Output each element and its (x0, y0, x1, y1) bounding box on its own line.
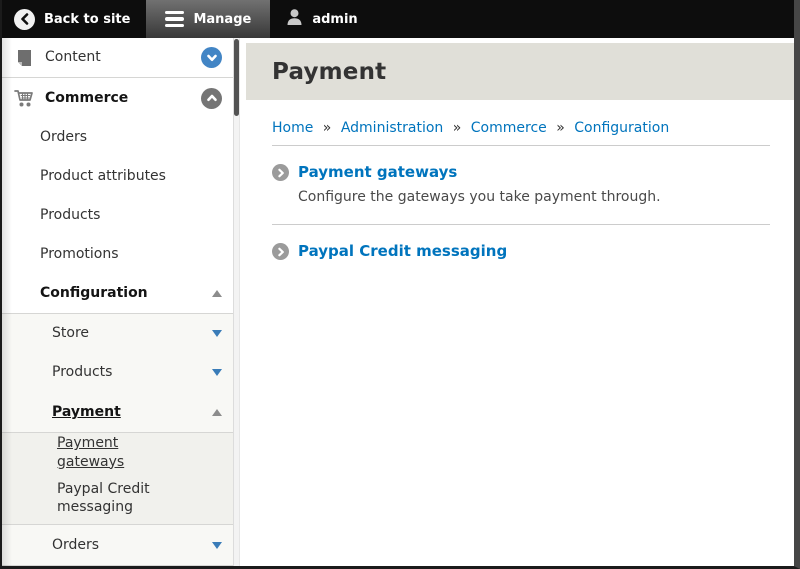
sidebar-item-label: Orders (52, 536, 99, 554)
back-to-site-button[interactable]: Back to site (2, 0, 146, 38)
divider (2, 565, 233, 566)
sidebar-item-config-products[interactable]: Products (2, 353, 233, 392)
page-header: Payment (246, 43, 794, 100)
divider (272, 145, 770, 146)
sidebar-item-content[interactable]: Content (2, 38, 233, 77)
sidebar-item-label: Content (45, 48, 101, 66)
sidebar-item-promotions[interactable]: Promotions (2, 235, 233, 274)
chevron-down-icon[interactable] (201, 47, 222, 68)
sidebar-item-label: Promotions (40, 245, 119, 263)
sidebar-item-configuration[interactable]: Configuration (2, 274, 233, 313)
triangle-up-icon[interactable] (212, 290, 222, 297)
sidebar-item-label: Configuration (40, 284, 148, 302)
sidebar-item-label: Products (52, 363, 112, 381)
page-body: Content Commerce (2, 38, 794, 566)
chevron-right-circle-icon (272, 164, 289, 181)
content-region: Home » Administration » Commerce » Confi… (240, 100, 794, 260)
back-arrow-icon (14, 9, 35, 30)
breadcrumb-separator: » (556, 120, 565, 136)
breadcrumb-commerce-link[interactable]: Commerce (471, 120, 547, 136)
scrollbar-thumb[interactable] (234, 39, 239, 116)
payment-gateways-link[interactable]: Payment gateways (298, 163, 457, 181)
sidebar-item-payment-gateways[interactable]: Payment gateways (2, 433, 233, 472)
admin-link-item: Payment gateways Configure the gateways … (272, 162, 770, 206)
admin-menu-tray: Content Commerce (2, 38, 233, 566)
sidebar-item-product-attributes[interactable]: Product attributes (2, 157, 233, 196)
sidebar-item-label: Product attributes (40, 167, 166, 185)
triangle-down-icon[interactable] (212, 542, 222, 549)
breadcrumb-configuration-link[interactable]: Configuration (574, 120, 669, 136)
sidebar-item-label: Payment (52, 403, 121, 421)
sidebar-item-label: Commerce (45, 89, 128, 107)
sidebar-item-label: Products (40, 206, 100, 224)
sidebar-item-config-orders[interactable]: Orders (2, 525, 233, 565)
breadcrumb-separator: » (453, 120, 462, 136)
back-to-site-label: Back to site (44, 12, 130, 27)
divider (272, 224, 770, 225)
sidebar-item-orders[interactable]: Orders (2, 118, 233, 157)
breadcrumb: Home » Administration » Commerce » Confi… (272, 120, 770, 136)
sidebar-item-store[interactable]: Store (2, 314, 233, 353)
document-icon (14, 49, 34, 67)
admin-link-item: Paypal Credit messaging (272, 241, 770, 260)
sidebar-item-label: Payment gateways (57, 434, 185, 470)
sidebar-item-label: Orders (40, 128, 87, 146)
sidebar-item-products[interactable]: Products (2, 196, 233, 235)
admin-link-body: Paypal Credit messaging (298, 241, 507, 260)
manage-label: Manage (193, 12, 251, 27)
breadcrumb-separator: » (323, 120, 332, 136)
cart-icon (14, 89, 34, 108)
app-window: Back to site Manage admin Content (0, 0, 800, 569)
sidebar-item-label: Paypal Credit messaging (57, 480, 185, 516)
sidebar-item-paypal-credit-messaging[interactable]: Paypal Credit messaging (2, 472, 233, 524)
menu-icon (165, 11, 184, 28)
manage-tab[interactable]: Manage (146, 0, 270, 38)
user-icon (286, 8, 303, 30)
admin-link-body: Payment gateways Configure the gateways … (298, 162, 661, 206)
sidebar-item-commerce[interactable]: Commerce (2, 78, 233, 118)
sidebar-scrollbar[interactable] (233, 38, 240, 566)
triangle-down-icon[interactable] (212, 330, 222, 337)
breadcrumb-administration-link[interactable]: Administration (341, 120, 443, 136)
payment-gateways-description: Configure the gateways you take payment … (298, 188, 661, 206)
paypal-credit-messaging-link[interactable]: Paypal Credit messaging (298, 242, 507, 260)
triangle-up-icon[interactable] (212, 409, 222, 416)
triangle-down-icon[interactable] (212, 369, 222, 376)
page-title: Payment (272, 59, 386, 85)
admin-toolbar: Back to site Manage admin (2, 0, 794, 38)
chevron-right-circle-icon (272, 243, 289, 260)
sidebar-item-label: Store (52, 324, 89, 342)
chevron-up-icon[interactable] (201, 88, 222, 109)
user-name-label: admin (312, 12, 357, 27)
breadcrumb-home-link[interactable]: Home (272, 120, 313, 136)
user-menu[interactable]: admin (270, 0, 373, 38)
main-content: Payment Home » Administration » Commerce… (240, 38, 794, 566)
sidebar-item-payment[interactable]: Payment (2, 392, 233, 432)
